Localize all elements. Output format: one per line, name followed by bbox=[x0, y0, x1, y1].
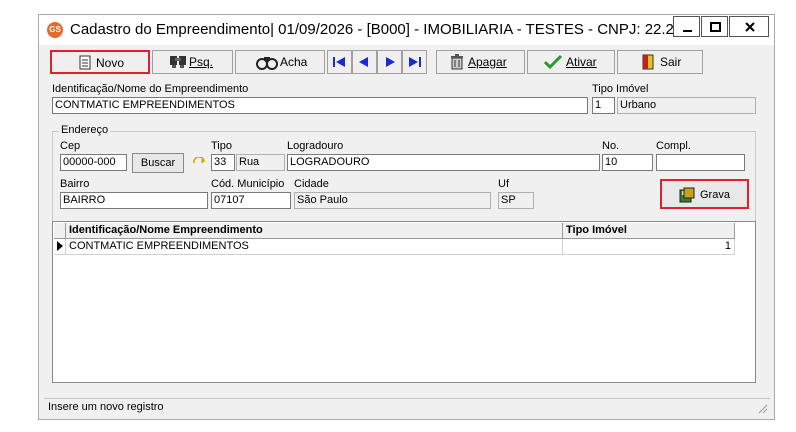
next-record-button[interactable] bbox=[377, 50, 402, 74]
minimize-button[interactable] bbox=[673, 16, 700, 37]
bairro-label: Bairro bbox=[60, 178, 90, 190]
new-document-icon bbox=[79, 55, 91, 70]
novo-label: Novo bbox=[96, 56, 125, 70]
exit-door-icon bbox=[642, 54, 654, 70]
endereco-group bbox=[52, 131, 756, 225]
main-window: GS Cadastro do Empreendimento| 01/09/202… bbox=[38, 14, 775, 420]
previous-record-icon bbox=[359, 57, 368, 67]
tipo-imovel-label: Tipo Imóvel bbox=[592, 83, 649, 95]
close-icon bbox=[745, 22, 755, 32]
psq-label: Psq. bbox=[189, 55, 214, 69]
uf-label: Uf bbox=[498, 178, 509, 190]
logradouro-label: Logradouro bbox=[287, 140, 344, 152]
trash-icon bbox=[451, 54, 463, 70]
numero-label: No. bbox=[602, 140, 620, 152]
uf-field: SP bbox=[498, 192, 534, 209]
first-record-button[interactable] bbox=[327, 50, 352, 74]
refresh-icon[interactable] bbox=[192, 157, 206, 169]
row-indicator bbox=[54, 239, 66, 255]
cidade-label: Cidade bbox=[294, 178, 329, 190]
cod-municipio-input[interactable]: 07107 bbox=[211, 192, 291, 209]
numero-input[interactable]: 10 bbox=[602, 154, 653, 171]
ativar-button[interactable]: Ativar bbox=[527, 50, 615, 74]
acha-button[interactable]: Acha bbox=[235, 50, 325, 74]
ativar-label: Ativar bbox=[566, 55, 597, 69]
maximize-icon bbox=[710, 22, 721, 32]
checkmark-icon bbox=[543, 54, 563, 70]
psq-button[interactable]: Psq. bbox=[152, 50, 233, 74]
sair-label: Sair bbox=[660, 55, 682, 69]
resize-grip-icon[interactable] bbox=[756, 402, 768, 414]
sair-button[interactable]: Sair bbox=[617, 50, 703, 74]
apagar-button[interactable]: Apagar bbox=[436, 50, 525, 74]
grava-label: Grava bbox=[700, 189, 730, 201]
status-bar: Insere um novo registro bbox=[44, 398, 770, 416]
complemento-input[interactable] bbox=[656, 154, 745, 171]
buscar-button[interactable]: Buscar bbox=[132, 153, 184, 173]
novo-button[interactable]: Novo bbox=[50, 50, 150, 74]
acha-label: Acha bbox=[280, 55, 308, 69]
table-row-nome[interactable]: CONTMATIC EMPREENDIMENTOS bbox=[66, 239, 563, 255]
bairro-input[interactable]: BAIRRO bbox=[60, 192, 208, 209]
previous-record-button[interactable] bbox=[352, 50, 377, 74]
grid-header-nome[interactable]: Identificação/Nome Empreendimento bbox=[66, 223, 563, 239]
cod-municipio-label: Cód. Município bbox=[211, 178, 285, 190]
grava-button[interactable]: Grava bbox=[660, 179, 749, 209]
next-record-icon bbox=[386, 57, 395, 67]
save-icon bbox=[679, 187, 695, 203]
logradouro-input[interactable]: LOGRADOURO bbox=[287, 154, 600, 171]
tipo-imovel-desc-field: Urbano bbox=[617, 97, 756, 114]
tipo-logradouro-code-input[interactable]: 33 bbox=[211, 154, 235, 171]
cep-input[interactable]: 00000-000 bbox=[60, 154, 127, 171]
tipo-logradouro-desc-field: Rua bbox=[236, 154, 285, 171]
status-text: Insere um novo registro bbox=[48, 401, 164, 413]
apagar-label: Apagar bbox=[468, 55, 507, 69]
first-record-icon bbox=[333, 57, 345, 67]
table-row-tipo[interactable]: 1 bbox=[563, 239, 735, 255]
tipo-imovel-code-input[interactable]: 1 bbox=[592, 97, 615, 114]
identificacao-label: Identificação/Nome do Empreendimento bbox=[52, 83, 249, 95]
complemento-label: Compl. bbox=[656, 140, 691, 152]
identificacao-input[interactable]: CONTMATIC EMPREENDIMENTOS bbox=[52, 97, 588, 114]
search-binoculars-icon bbox=[170, 56, 186, 68]
last-record-button[interactable] bbox=[402, 50, 427, 74]
window-title: Cadastro do Empreendimento| 01/09/2026 -… bbox=[70, 21, 687, 38]
empreendimentos-grid[interactable]: Identificação/Nome Empreendimento Tipo I… bbox=[52, 221, 756, 383]
grid-indicator-header bbox=[54, 223, 66, 239]
grid-header-tipo[interactable]: Tipo Imóvel bbox=[563, 223, 735, 239]
tipo-logradouro-label: Tipo bbox=[211, 140, 232, 152]
last-record-icon bbox=[409, 57, 421, 67]
current-row-arrow-icon bbox=[57, 241, 63, 251]
binoculars-icon bbox=[256, 57, 278, 70]
cep-label: Cep bbox=[60, 140, 81, 152]
app-logo-icon: GS bbox=[47, 22, 63, 38]
title-bar[interactable]: GS Cadastro do Empreendimento| 01/09/202… bbox=[39, 15, 774, 45]
close-button[interactable] bbox=[729, 16, 769, 37]
endereco-group-title: Endereço bbox=[59, 124, 111, 136]
cidade-field: São Paulo bbox=[294, 192, 491, 209]
minimize-icon bbox=[683, 30, 692, 32]
maximize-button[interactable] bbox=[701, 16, 728, 37]
